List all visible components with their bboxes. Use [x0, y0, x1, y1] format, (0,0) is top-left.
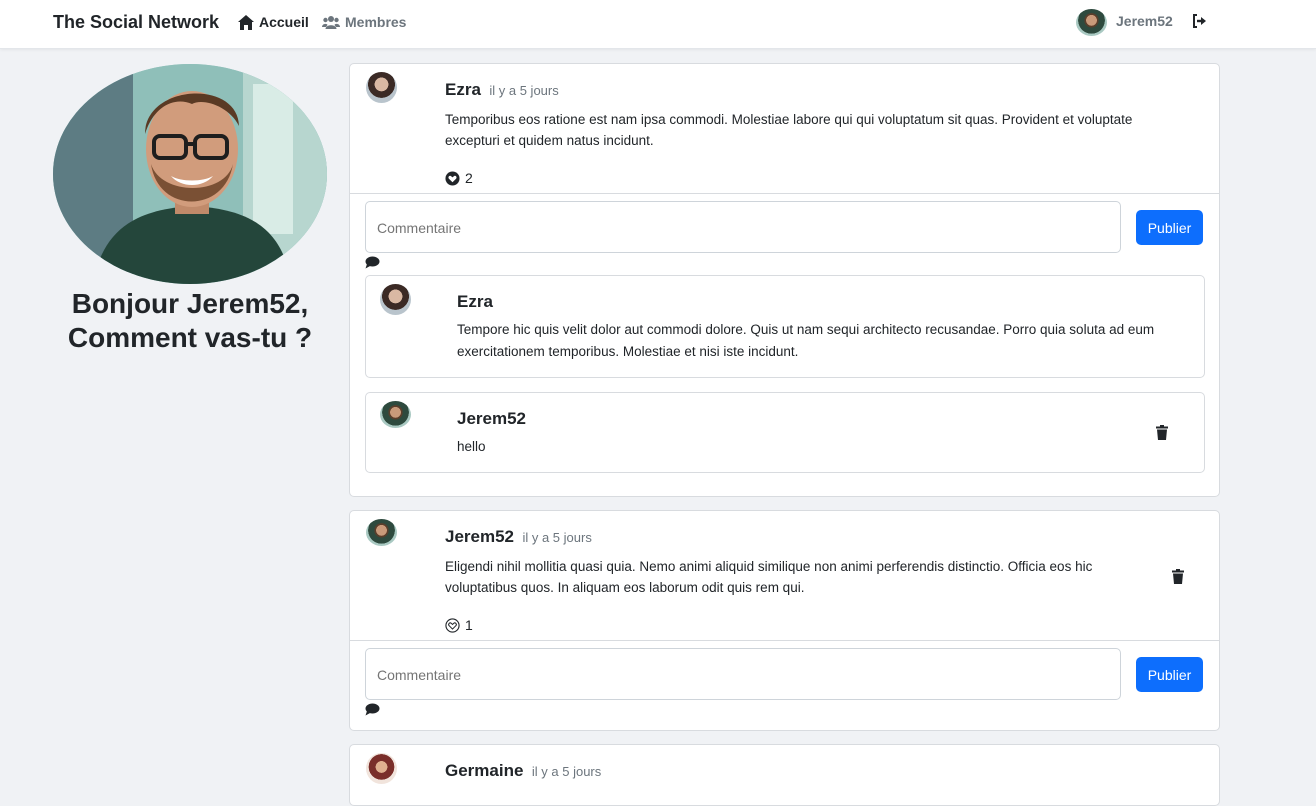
post-header: Germaine il y a 5 jours [445, 761, 601, 781]
comment-card: Ezra Tempore hic quis velit dolor aut co… [365, 275, 1205, 378]
post-author[interactable]: Ezra [445, 80, 481, 99]
like-button[interactable]: 1 [445, 617, 473, 633]
profile-photo [53, 64, 327, 284]
comment-toggle-button[interactable] [365, 703, 380, 721]
logout-icon [1193, 14, 1206, 28]
user-avatar [1076, 9, 1107, 36]
profile-photo-image [53, 64, 327, 284]
logout-button[interactable] [1192, 14, 1207, 33]
greeting: Bonjour Jerem52, Comment vas-tu ? [53, 287, 327, 355]
post-author-avatar[interactable] [366, 72, 397, 103]
like-button[interactable]: 2 [445, 170, 473, 186]
publish-button[interactable]: Publier [1136, 210, 1203, 245]
nav-home-link[interactable]: Accueil [238, 14, 309, 30]
comment-toggle-button[interactable] [365, 256, 380, 274]
comment-author-avatar[interactable] [380, 401, 411, 428]
post-text: Eligendi nihil mollitia quasi quia. Nemo… [445, 559, 1093, 595]
delete-comment-button[interactable] [1156, 425, 1168, 445]
user-name: Jerem52 [1116, 12, 1173, 29]
post-card: Ezra il y a 5 jours Temporibus eos ratio… [349, 63, 1220, 497]
like-count: 1 [465, 617, 473, 633]
home-icon [238, 14, 254, 30]
greeting-line-2: Comment vas-tu ? [67, 322, 313, 353]
comment-icon [365, 703, 380, 716]
delete-post-button[interactable] [1172, 569, 1184, 589]
greeting-line-1: Bonjour Jerem52, [71, 288, 309, 319]
comment-card: Jerem52 hello [365, 392, 1205, 473]
heart-filled-icon [445, 170, 460, 186]
post-author[interactable]: Germaine [445, 761, 523, 780]
comment-author[interactable]: Jerem52 [457, 409, 526, 429]
publish-button[interactable]: Publier [1136, 657, 1203, 692]
users-icon [322, 16, 340, 29]
comment-text: Tempore hic quis velit dolor aut commodi… [457, 322, 1155, 359]
nav-members-label: Membres [345, 14, 407, 30]
trash-icon [1172, 569, 1184, 584]
post-author-avatar[interactable] [366, 519, 397, 546]
heart-outline-icon [445, 617, 460, 633]
trash-icon [1156, 425, 1168, 440]
post-header: Ezra il y a 5 jours [445, 80, 559, 100]
post-divider [350, 640, 1219, 641]
comment-author-avatar[interactable] [380, 284, 411, 315]
post-author[interactable]: Jerem52 [445, 527, 514, 546]
user-menu[interactable]: Jerem52 [1076, 9, 1173, 36]
comment-author[interactable]: Ezra [457, 292, 493, 312]
nav-home-label: Accueil [259, 14, 309, 30]
nav-members-link[interactable]: Membres [322, 14, 406, 30]
post-time: il y a 5 jours [489, 83, 559, 98]
comment-input[interactable] [365, 648, 1121, 700]
comment-input[interactable] [365, 201, 1121, 253]
post-author-avatar[interactable] [366, 753, 397, 784]
post-time: il y a 5 jours [531, 764, 602, 779]
post-text: Temporibus eos ratione est nam ipsa comm… [445, 112, 1133, 148]
post-card: Jerem52 il y a 5 jours Eligendi nihil mo… [349, 510, 1220, 731]
brand-logo[interactable]: The Social Network [53, 12, 219, 33]
comment-icon [365, 256, 380, 269]
post-time: il y a 5 jours [522, 530, 592, 545]
post-divider [350, 193, 1219, 194]
navbar: The Social Network Accueil Membres Jerem… [0, 0, 1316, 49]
like-count: 2 [465, 170, 473, 186]
post-card: Germaine il y a 5 jours [349, 744, 1220, 806]
post-header: Jerem52 il y a 5 jours [445, 527, 592, 547]
comment-text: hello [457, 439, 486, 454]
